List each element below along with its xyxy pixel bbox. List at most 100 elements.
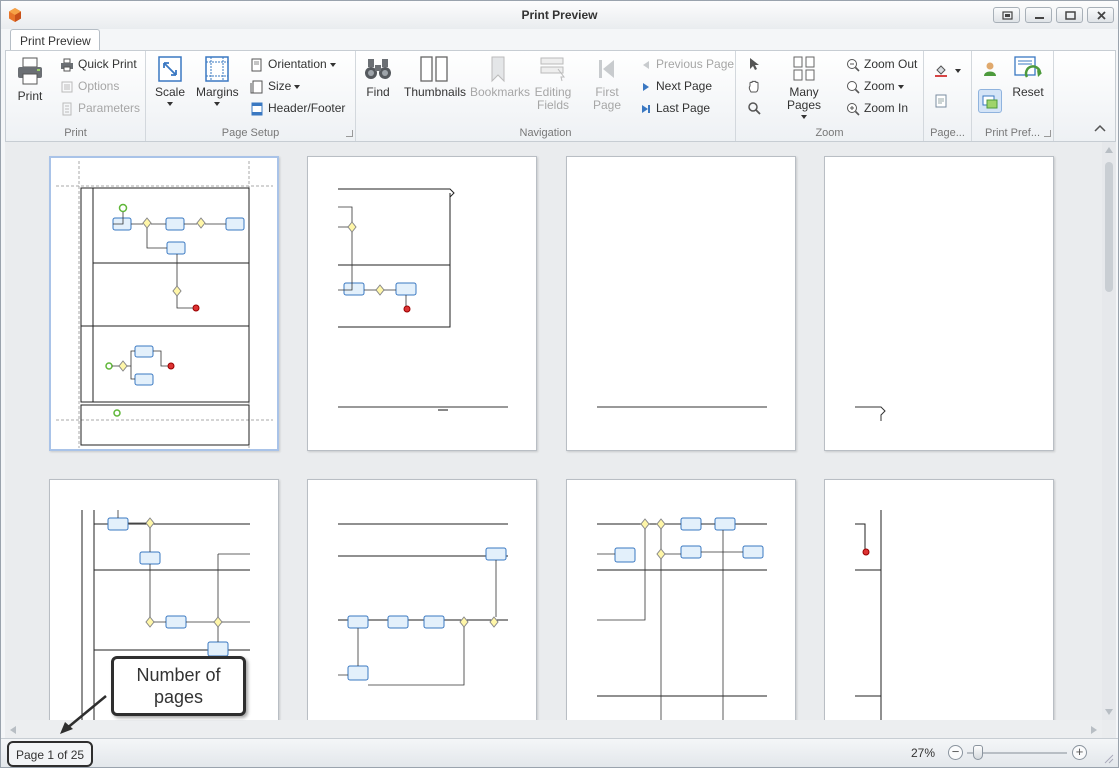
print-group: Print Quick Print Options Parameters Pri… [6, 51, 146, 141]
close-button[interactable] [1087, 7, 1114, 23]
printer-icon [18, 57, 42, 85]
page-diagram [597, 406, 767, 408]
orientation-button[interactable]: Orientation [250, 57, 336, 75]
zoom-level-text[interactable]: 27% [911, 746, 935, 760]
preview-area[interactable] [5, 142, 1116, 738]
page-diagram [338, 523, 508, 686]
scroll-left-icon[interactable] [10, 726, 16, 734]
minimize-button[interactable] [1025, 7, 1052, 23]
find-button[interactable]: Find [362, 55, 394, 99]
page-setup-launcher[interactable] [346, 130, 353, 137]
hand-tool-icon[interactable] [747, 79, 761, 93]
page-thumbnail-4[interactable] [824, 156, 1054, 451]
print-preview-window: Print Preview Print Preview Print Quick … [0, 0, 1119, 768]
quick-print-button[interactable]: Quick Print [60, 57, 137, 75]
parameters-button[interactable]: Parameters [60, 101, 140, 119]
callout-arrow-icon [60, 695, 107, 734]
next-page-label: Next Page [656, 79, 713, 93]
vertical-scroll-thumb[interactable] [1105, 162, 1113, 292]
previous-page-button[interactable]: Previous Page [640, 57, 734, 75]
zoom-minus-button[interactable]: − [948, 745, 963, 760]
zoom-plus-button[interactable]: + [1072, 745, 1087, 760]
options-button[interactable]: Options [60, 79, 119, 97]
zoom-out-button[interactable]: Zoom Out [846, 57, 917, 75]
zoom-in-button[interactable]: Zoom In [846, 101, 908, 119]
zoom-slider-thumb[interactable] [973, 745, 983, 760]
watermark-button[interactable] [934, 93, 952, 111]
header-footer-button[interactable]: Header/Footer [250, 101, 345, 119]
next-arrow-icon [643, 82, 649, 91]
zoom-group-label: Zoom [815, 127, 844, 139]
page-diagram [56, 161, 273, 448]
scale-dropdown-arrow [167, 102, 173, 106]
first-page-icon [599, 60, 614, 78]
parameters-label: Parameters [78, 101, 141, 115]
screen-icon [1002, 11, 1013, 20]
maximize-button[interactable] [1056, 7, 1083, 23]
zoom-label: Zoom [864, 79, 895, 93]
page-thumbnail-3[interactable] [566, 156, 796, 451]
orientation-dropdown-arrow [329, 62, 336, 67]
zoom-icon [847, 80, 860, 94]
print-preferences-group: Reset Print Pref... [972, 51, 1054, 141]
many-pages-button[interactable]: Many Pages [772, 55, 836, 119]
ribbon: Print Quick Print Options Parameters Pri… [5, 50, 1116, 142]
options-icon [61, 81, 73, 93]
navigation-group: Find Thumbnails Bookmarks Editing Fields… [356, 51, 736, 141]
tab-print-preview[interactable]: Print Preview [10, 29, 100, 51]
last-page-icon [642, 104, 650, 113]
editing-fields-label-1: Editing [534, 85, 572, 99]
vertical-scrollbar[interactable] [1102, 142, 1116, 720]
page-thumbnail-8[interactable] [824, 479, 1054, 738]
options-label: Options [78, 79, 120, 93]
magnifier-tool-icon[interactable] [747, 101, 761, 115]
size-button[interactable]: Size [250, 79, 301, 97]
editing-fields-button[interactable]: Editing Fields [532, 55, 574, 112]
bookmark-icon [491, 56, 505, 83]
print-group-label: Print [64, 127, 87, 139]
orientation-label: Orientation [268, 57, 327, 71]
callout-line-1: Number of [136, 665, 221, 685]
restore-layout-button[interactable] [993, 7, 1020, 23]
reset-button[interactable]: Reset [1008, 55, 1048, 99]
scroll-right-icon[interactable] [1091, 726, 1097, 734]
page-thumbnail-6[interactable] [307, 479, 537, 738]
close-icon [1097, 11, 1106, 20]
resize-grip-icon[interactable] [1104, 754, 1114, 764]
collapse-ribbon-icon[interactable] [1093, 123, 1107, 133]
next-page-button[interactable]: Next Page [640, 79, 712, 97]
bookmarks-button[interactable]: Bookmarks [470, 55, 530, 99]
first-page-label-1: First [595, 85, 619, 99]
thumbnails-button[interactable]: Thumbnails [404, 55, 466, 99]
page-color-button[interactable] [934, 63, 961, 81]
page-diagram [855, 406, 886, 421]
scale-button[interactable]: Scale [154, 55, 186, 106]
scroll-down-icon[interactable] [1105, 709, 1113, 715]
title-bar: Print Preview [1, 1, 1118, 29]
print-preferences-launcher[interactable] [1044, 130, 1051, 137]
previous-arrow-icon [643, 60, 649, 69]
page-count-indicator: Page 1 of 25 [7, 741, 94, 767]
page-thumbnail-7[interactable] [566, 479, 796, 738]
many-pages-icon [793, 56, 815, 81]
pointer-tool-icon[interactable] [748, 57, 760, 71]
last-page-label: Last Page [656, 101, 711, 115]
last-page-button[interactable]: Last Page [640, 101, 710, 119]
page-thumbnail-1[interactable] [49, 156, 279, 451]
find-label: Find [366, 85, 390, 99]
page-background-group: Page... [924, 51, 972, 141]
zoom-dropdown-arrow [897, 84, 904, 89]
first-page-button[interactable]: First Page [592, 55, 622, 112]
horizontal-scrollbar[interactable] [5, 720, 1102, 738]
user-icon[interactable] [982, 61, 998, 77]
orientation-icon [251, 58, 262, 72]
print-label: Print [17, 89, 43, 103]
print-button[interactable]: Print [12, 55, 48, 103]
export-options-button[interactable] [978, 89, 1002, 113]
page-thumbnail-2[interactable] [307, 156, 537, 451]
header-footer-icon [251, 102, 263, 116]
zoom-button[interactable]: Zoom [846, 79, 904, 97]
scroll-up-icon[interactable] [1105, 147, 1113, 153]
reset-label: Reset [1012, 85, 1044, 99]
margins-button[interactable]: Margins [196, 55, 239, 106]
